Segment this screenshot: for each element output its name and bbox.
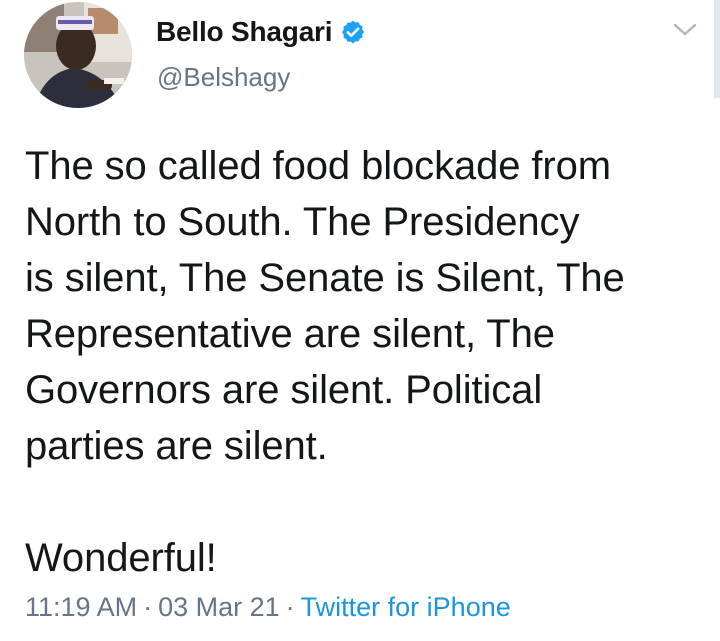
tweet-date[interactable]: 03 Mar 21 xyxy=(158,592,280,622)
author-row[interactable]: Bello Shagari xyxy=(156,14,366,50)
tweet: Bello Shagari @Belshagy The so called fo… xyxy=(0,0,720,641)
meta-separator: · xyxy=(143,592,153,622)
avatar[interactable] xyxy=(24,2,132,108)
scrollbar[interactable] xyxy=(714,0,720,98)
tweet-meta: 11:19 AM · 03 Mar 21 · Twitter for iPhone xyxy=(25,592,511,623)
tweet-time[interactable]: 11:19 AM xyxy=(25,592,137,622)
meta-separator: · xyxy=(285,592,295,622)
verified-badge-icon xyxy=(340,19,366,45)
chevron-down-icon[interactable] xyxy=(670,16,700,44)
author-display-name[interactable]: Bello Shagari xyxy=(156,16,333,48)
tweet-text: The so called food blockade from North t… xyxy=(25,144,625,580)
tweet-source-link[interactable]: Twitter for iPhone xyxy=(301,592,511,622)
author-handle[interactable]: @Belshagy xyxy=(157,62,290,93)
